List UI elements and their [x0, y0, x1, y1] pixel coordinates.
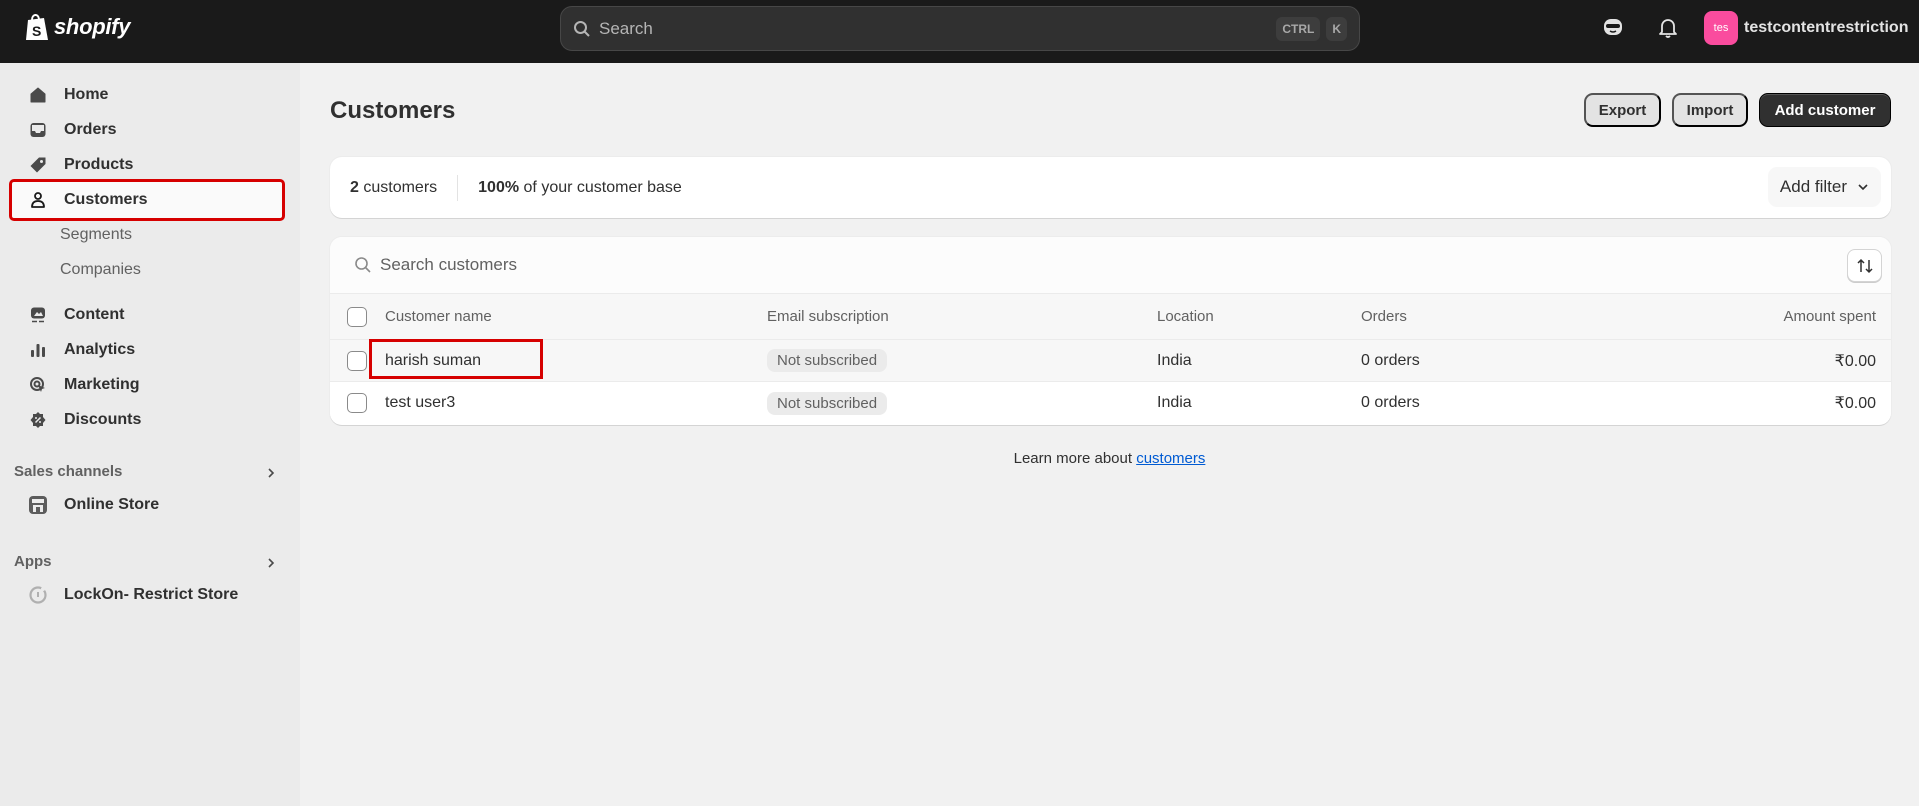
learn-more-text: Learn more about: [1013, 450, 1137, 467]
customer-amount-spent: ₹0.00: [1834, 352, 1876, 370]
sidebar-item-content[interactable]: Content: [12, 297, 282, 333]
apps-label[interactable]: Apps: [14, 553, 52, 570]
store-menu[interactable]: tes testcontentrestriction: [1704, 11, 1908, 45]
sort-button[interactable]: [1847, 249, 1882, 282]
chevron-right-icon[interactable]: [265, 557, 277, 569]
customer-base-percentage: 100% of your customer base: [478, 179, 682, 197]
brand-wordmark: shopify: [54, 14, 131, 39]
main-content: Customers Export Import Add customer 2 c…: [300, 63, 1919, 806]
export-button[interactable]: Export: [1584, 93, 1661, 127]
sidebar-subitem-segments[interactable]: Segments: [60, 226, 132, 244]
sidebar-item-label: Content: [64, 306, 125, 323]
customer-location: India: [1157, 351, 1192, 369]
learn-more-footer: Learn more about customers: [300, 450, 1919, 467]
row-checkbox[interactable]: [347, 393, 367, 413]
email-subscription-badge: Not subscribed: [767, 349, 888, 372]
sidebar-item-home[interactable]: Home: [12, 77, 282, 113]
inbox-icon: [28, 120, 48, 140]
customer-count-number: 2: [350, 178, 359, 196]
store-avatar: tes: [1704, 11, 1738, 45]
person-icon: [28, 190, 48, 210]
tag-icon: [28, 155, 48, 175]
sidebar-item-marketing[interactable]: Marketing: [12, 367, 282, 403]
sidebar-item-online-store[interactable]: Online Store: [12, 487, 282, 523]
bar-chart-icon: [28, 340, 48, 360]
sidebar-item-label: Discounts: [64, 411, 142, 428]
svg-text:S: S: [32, 23, 41, 39]
percentage-number: 100%: [478, 178, 520, 196]
customer-amount-spent: ₹0.00: [1834, 395, 1876, 412]
column-header-email-subscription[interactable]: Email subscription: [767, 308, 889, 325]
search-placeholder: Search customers: [380, 255, 517, 274]
learn-more-customers-link[interactable]: customers: [1136, 450, 1205, 467]
chevron-right-icon[interactable]: [265, 467, 277, 479]
customer-orders: 0 orders: [1361, 351, 1420, 369]
email-subscription-badge: Not subscribed: [767, 391, 888, 415]
add-customer-button[interactable]: Add customer: [1759, 93, 1891, 127]
page-title: Customers: [330, 97, 456, 124]
search-placeholder: Search: [599, 18, 653, 38]
table-header-row: Customer name Email subscription Locatio…: [330, 294, 1891, 340]
sidebar-item-analytics[interactable]: Analytics: [12, 332, 282, 368]
table-row[interactable]: harish suman Not subscribed India 0 orde…: [330, 339, 1891, 382]
sidebar-item-label: Orders: [64, 121, 117, 138]
column-header-customer-name[interactable]: Customer name: [385, 308, 492, 325]
add-filter-label: Add filter: [1779, 177, 1847, 196]
sidebar-item-label: Online Store: [64, 496, 160, 513]
home-icon: [28, 85, 48, 105]
shopify-bag-icon: S: [26, 14, 48, 40]
sidebar-item-lockon-app[interactable]: LockOn- Restrict Store: [12, 577, 282, 613]
sales-channels-label[interactable]: Sales channels: [14, 463, 122, 480]
customer-name[interactable]: harish suman: [385, 352, 481, 370]
customer-count-text: customers: [358, 178, 438, 196]
select-all-checkbox[interactable]: [347, 306, 367, 327]
import-button[interactable]: Import: [1672, 93, 1748, 127]
shopify-logo[interactable]: S shopify: [24, 12, 130, 42]
column-header-amount-spent[interactable]: Amount spent: [1783, 308, 1876, 325]
customer-name[interactable]: test user3: [385, 394, 455, 412]
sidebar-item-label: Home: [64, 86, 109, 103]
add-filter-button[interactable]: Add filter: [1767, 167, 1881, 207]
column-header-location[interactable]: Location: [1157, 308, 1214, 325]
table-row[interactable]: test user3 Not subscribed India 0 orders…: [330, 382, 1891, 424]
top-bar: S shopify Search CTRL K tes testcontentr…: [0, 0, 1919, 63]
image-icon: [28, 305, 48, 325]
app-icon: [28, 585, 48, 605]
row-checkbox[interactable]: [347, 350, 367, 371]
customer-orders: 0 orders: [1361, 394, 1420, 411]
customers-table: Search customers Customer name Email sub…: [330, 237, 1891, 425]
column-header-orders[interactable]: Orders: [1361, 308, 1407, 325]
sidebar-item-orders[interactable]: Orders: [12, 112, 282, 148]
sidebar-item-label: Analytics: [64, 341, 136, 358]
sidekick-icon[interactable]: [1601, 15, 1625, 39]
global-search-input[interactable]: Search CTRL K: [560, 6, 1360, 51]
customer-summary-bar: 2 customers 100% of your customer base A…: [330, 157, 1891, 218]
target-icon: [28, 375, 48, 395]
customer-search-input[interactable]: Search customers: [330, 237, 1891, 294]
store-name: testcontentrestriction: [1744, 19, 1909, 36]
sidebar-item-discounts[interactable]: Discounts: [12, 402, 282, 438]
divider: [457, 174, 459, 201]
sidebar-subitem-companies[interactable]: Companies: [60, 261, 141, 279]
sidebar-item-label: Products: [64, 156, 134, 173]
customer-count: 2 customers: [350, 179, 437, 197]
chevron-down-icon: [1858, 184, 1868, 191]
sidebar-item-label: Marketing: [64, 376, 140, 393]
shortcut-key-k: K: [1326, 16, 1347, 41]
sidebar-item-customers[interactable]: Customers: [9, 179, 285, 221]
sort-arrows-icon: [1856, 258, 1873, 273]
customer-location: India: [1157, 394, 1192, 411]
percentage-text: of your customer base: [519, 178, 682, 196]
search-icon: [355, 257, 371, 273]
store-icon: [28, 495, 48, 515]
search-icon: [574, 20, 590, 37]
sidebar-item-label: LockOn- Restrict Store: [64, 586, 239, 603]
notification-bell-icon[interactable]: [1656, 15, 1680, 39]
sidebar-item-products[interactable]: Products: [12, 147, 282, 183]
discount-icon: [28, 410, 48, 430]
shortcut-key-ctrl: CTRL: [1276, 16, 1321, 41]
sidebar: Home Orders Products Customers Segments …: [0, 63, 300, 806]
sidebar-item-label: Customers: [64, 191, 148, 208]
